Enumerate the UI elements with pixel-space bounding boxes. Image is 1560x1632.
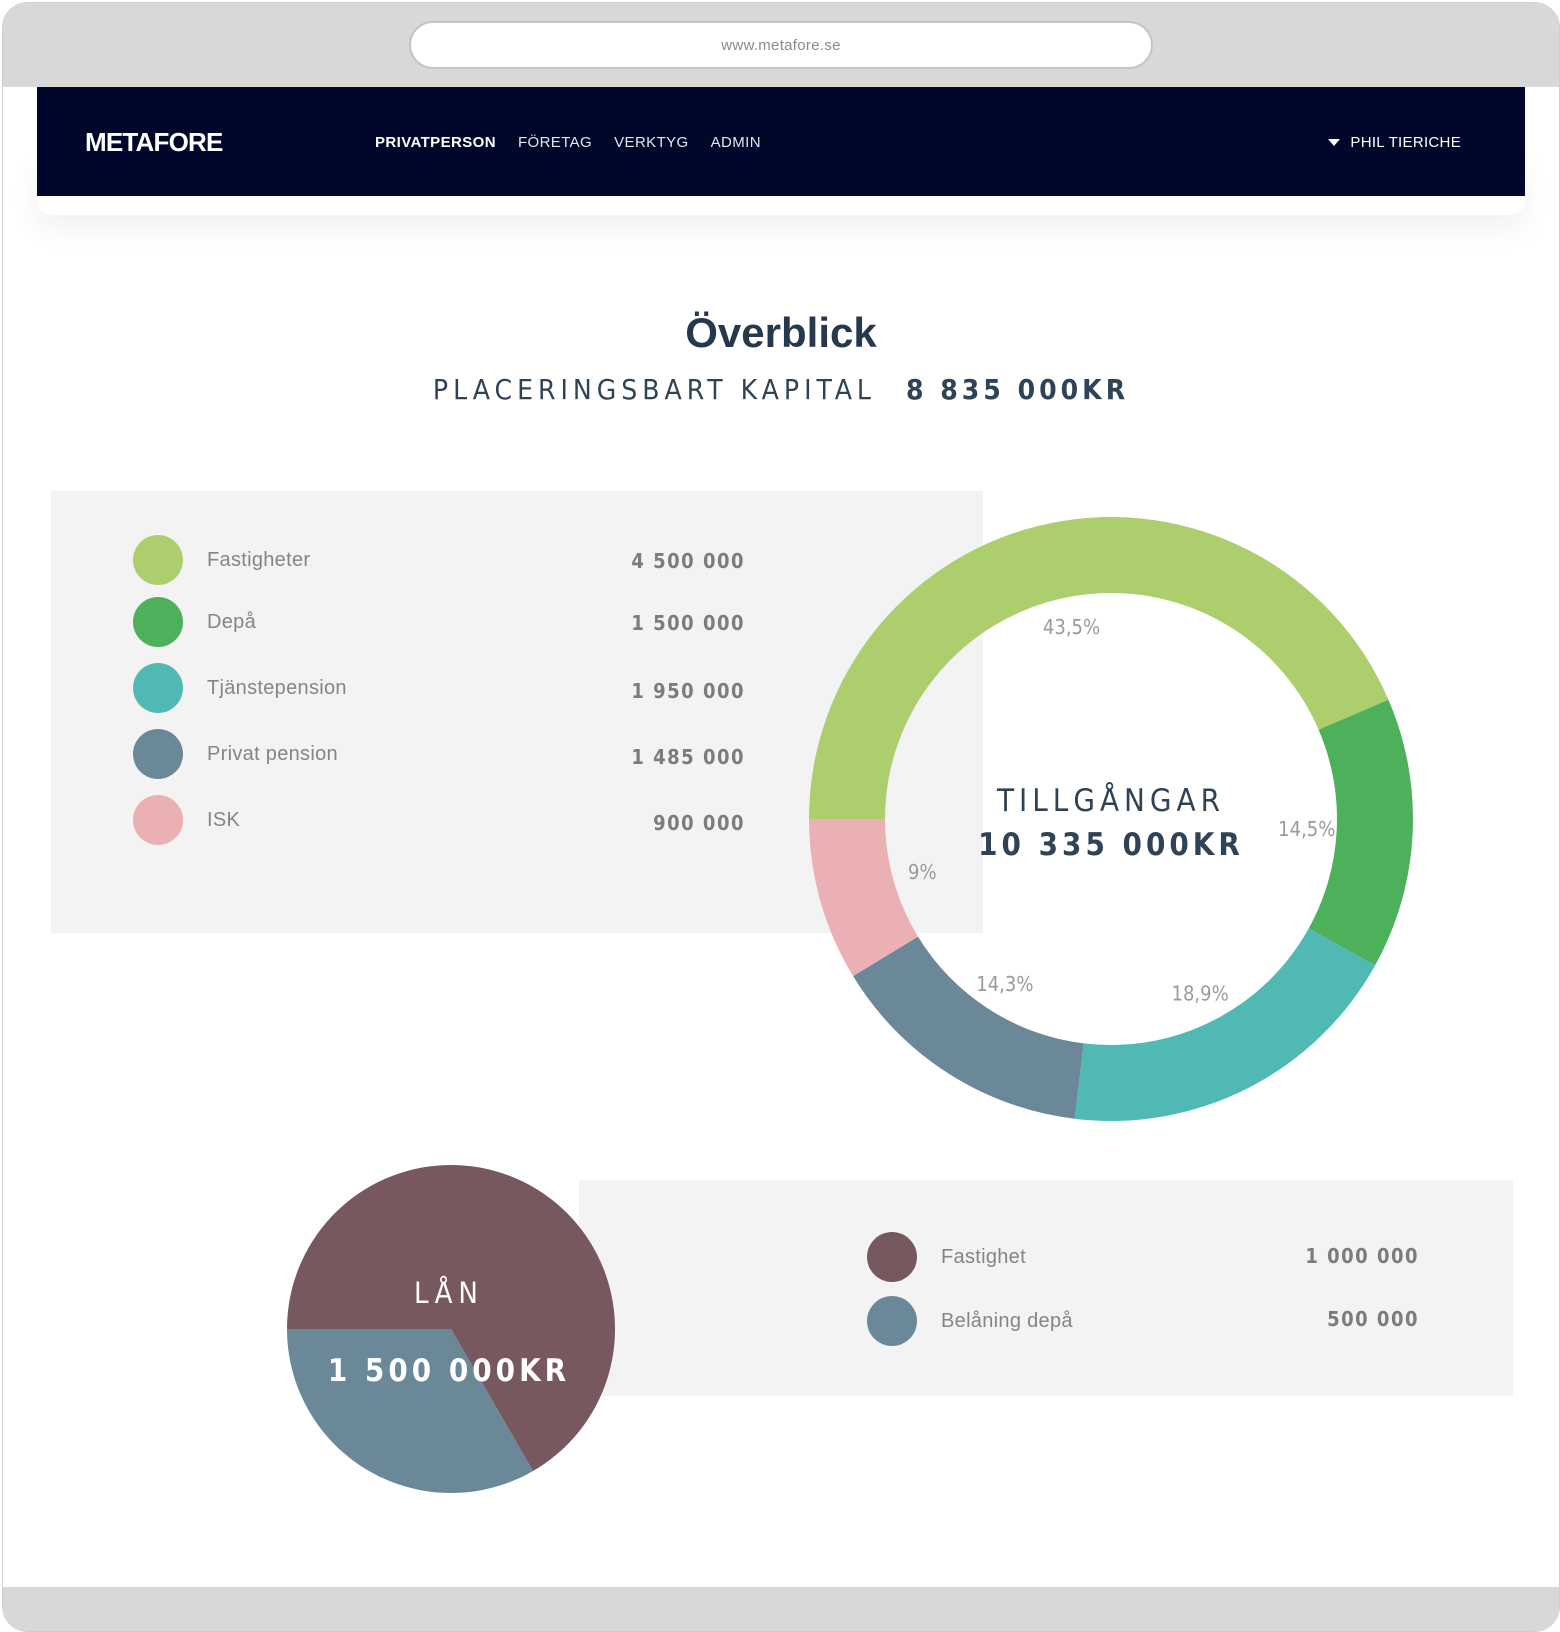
legend-value: 1 000 000 [1305,1244,1419,1268]
browser-toolbar: www.metafore.se [3,3,1559,87]
donut-segment [809,517,1389,819]
donut-percent-label: 14,5% [1278,817,1335,841]
legend-item: ISK [133,795,240,845]
donut-percent-label: 43,5% [1043,615,1100,639]
legend-label: Fastigheter [207,548,311,571]
assets-donut-chart: 43,5% 14,5% 18,9% 14,3% 9% TILLGÅNGAR 10 335… [809,517,1413,1121]
user-menu[interactable]: PHIL TIERICHE [1328,134,1461,151]
logo[interactable]: METAFORE [85,127,223,158]
url-bar[interactable]: www.metafore.se [409,21,1153,69]
donut-percent-label: 14,3% [976,972,1033,996]
legend-value: 900 000 [653,811,745,835]
legend-item: Fastighet [867,1232,1026,1282]
loans-pie-chart: LÅN 1 500 000KR [287,1165,615,1493]
donut-center-value: 10 335 000KR [978,827,1244,863]
legend-value: 4 500 000 [631,549,745,573]
donut-center-label: TILLGÅNGAR [996,783,1225,819]
legend-dot [867,1296,917,1346]
legend-value: 1 485 000 [631,745,745,769]
capital-summary: PLACERINGSBART KAPITAL 8 835 000KR [3,373,1559,406]
nav-link-foretag[interactable]: FÖRETAG [518,134,592,151]
legend-value: 1 950 000 [631,679,745,703]
legend-item: Depå [133,597,256,647]
legend-item: Belåning depå [867,1296,1073,1346]
pie-center-value: 1 500 000KR [328,1353,570,1389]
legend-dot [133,663,183,713]
donut-segment [853,936,1084,1119]
caret-down-icon [1328,139,1341,146]
legend-item: Privat pension [133,729,338,779]
legend-item: Tjänstepension [133,663,347,713]
legend-dot [133,795,183,845]
legend-dot [133,535,183,585]
legend-label: Tjänstepension [207,676,347,699]
legend-label: Privat pension [207,742,338,765]
browser-bottom-bar [3,1587,1559,1631]
legend-dot [867,1232,917,1282]
top-navbar: METAFORE PRIVATPERSON FÖRETAG VERKTYG AD… [37,87,1525,196]
legend-item: Fastigheter [133,535,310,585]
capital-label: PLACERINGSBART KAPITAL [432,373,876,406]
legend-value: 500 000 [1327,1307,1419,1331]
legend-value: 1 500 000 [631,611,745,635]
donut-percent-label: 9% [908,860,937,884]
donut-segment [1074,928,1376,1121]
legend-dot [133,597,183,647]
legend-label: Fastighet [941,1245,1026,1268]
legend-dot [133,729,183,779]
legend-label: Depå [207,610,257,633]
browser-window: www.metafore.se METAFORE PRIVATPERSON FÖ… [2,2,1560,1632]
nav-links: PRIVATPERSON FÖRETAG VERKTYG ADMIN [375,134,761,151]
capital-value: 8 835 000KR [905,373,1130,406]
user-name: PHIL TIERICHE [1350,134,1461,151]
nav-link-privatperson[interactable]: PRIVATPERSON [375,134,496,151]
legend-label: ISK [207,808,241,831]
legend-label: Belåning depå [941,1309,1073,1332]
loans-panel: Fastighet 1 000 000 Belåning depå 500 00… [579,1180,1513,1396]
page-title: Överblick [685,309,877,356]
pie-center-label: LÅN [414,1276,484,1310]
donut-percent-label: 18,9% [1172,982,1229,1006]
nav-link-admin[interactable]: ADMIN [711,134,761,151]
nav-link-verktyg[interactable]: VERKTYG [614,134,688,151]
